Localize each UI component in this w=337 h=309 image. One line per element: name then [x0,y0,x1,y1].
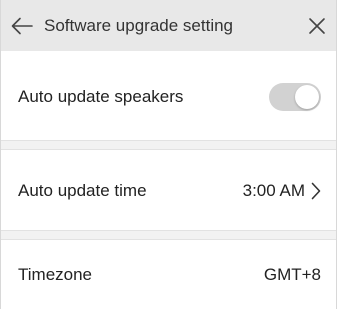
page-title: Software upgrade setting [44,15,234,35]
chevron-right-icon [311,182,321,199]
toggle-knob [295,84,319,109]
panel-border-left [0,0,1,309]
auto-update-time-label: Auto update time [18,180,147,200]
auto-update-speakers-label: Auto update speakers [18,86,184,106]
settings-panel: Software upgrade setting Auto update spe… [0,0,337,309]
timezone-label: Timezone [18,264,93,284]
timezone-value: GMT+8 [263,264,321,284]
auto-update-time-value: 3:00 AM [242,180,305,200]
auto-update-time-value-group: 3:00 AM [243,181,321,201]
arrow-left-icon [11,17,33,34]
section-divider [0,230,337,240]
back-button[interactable] [0,0,44,51]
timezone-row[interactable]: Timezone GMT+8 [0,240,337,309]
auto-update-time-row[interactable]: Auto update time 3:00 AM [0,150,337,231]
header-bar: Software upgrade setting [0,0,337,51]
auto-update-speakers-toggle[interactable] [269,82,321,111]
auto-update-speakers-row: Auto update speakers [0,51,337,142]
close-button[interactable] [297,0,337,51]
close-icon [309,17,325,34]
section-divider [0,140,337,150]
